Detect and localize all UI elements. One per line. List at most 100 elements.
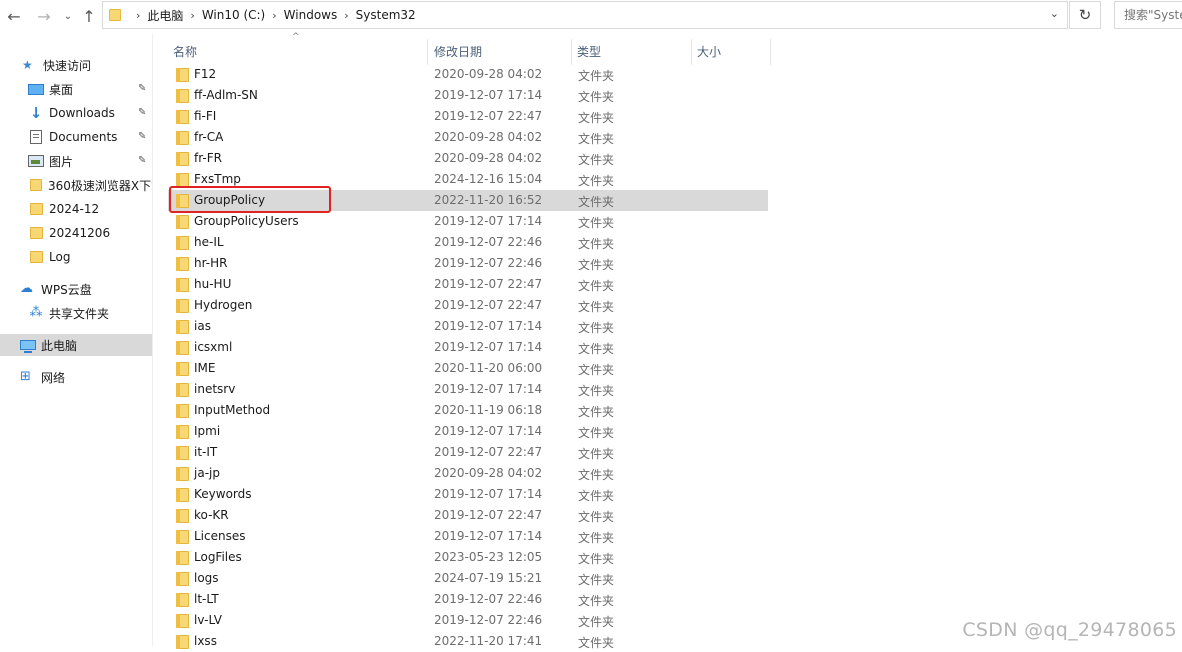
column-header-size[interactable]: 大小	[693, 39, 769, 63]
file-row[interactable]: ias 2019-12-07 17:14 文件夹	[168, 316, 768, 337]
column-divider[interactable]	[571, 39, 572, 65]
sidebar-item-wps-cloud[interactable]: ☁ WPS云盘	[0, 278, 152, 300]
folder-icon	[176, 530, 189, 544]
file-row[interactable]: lxss 2022-11-20 17:41 文件夹	[168, 631, 768, 652]
file-row[interactable]: lv-LV 2019-12-07 22:46 文件夹	[168, 610, 768, 631]
sidebar-item-log[interactable]: Log	[0, 246, 152, 268]
refresh-button[interactable]: ↻	[1069, 1, 1101, 29]
watermark: CSDN @qq_29478065	[962, 619, 1177, 641]
file-modified-date: 2019-12-07 17:14	[434, 88, 543, 102]
file-row[interactable]: logs 2024-07-19 15:21 文件夹	[168, 568, 768, 589]
sidebar-item-quick-access[interactable]: ★ 快速访问	[0, 54, 152, 76]
file-row[interactable]: Licenses 2019-12-07 17:14 文件夹	[168, 526, 768, 547]
up-button[interactable]: ↑	[79, 5, 99, 27]
file-type: 文件夹	[578, 594, 615, 608]
file-modified-date: 2019-12-07 22:46	[434, 613, 543, 627]
file-row[interactable]: he-IL 2019-12-07 22:46 文件夹	[168, 232, 768, 253]
folder-icon	[176, 509, 189, 523]
file-modified-date: 2019-12-07 22:47	[434, 277, 543, 291]
file-type: 文件夹	[578, 237, 615, 251]
file-row[interactable]: InputMethod 2020-11-19 06:18 文件夹	[168, 400, 768, 421]
pin-icon: ✎	[138, 83, 147, 94]
file-name: ff-Adlm-SN	[194, 88, 258, 102]
back-button[interactable]: ←	[4, 5, 24, 27]
folder-icon	[176, 110, 189, 124]
breadcrumb-system32[interactable]: System32	[356, 8, 416, 22]
file-row[interactable]: Keywords 2019-12-07 17:14 文件夹	[168, 484, 768, 505]
file-type: 文件夹	[578, 69, 615, 83]
file-type: 文件夹	[578, 216, 615, 230]
file-row[interactable]: GroupPolicyUsers 2019-12-07 17:14 文件夹	[168, 211, 768, 232]
file-name: LogFiles	[194, 550, 242, 564]
file-row[interactable]: fr-CA 2020-09-28 04:02 文件夹	[168, 127, 768, 148]
sidebar-item-360-download[interactable]: 360极速浏览器X下载	[0, 174, 152, 196]
file-row[interactable]: fi-FI 2019-12-07 22:47 文件夹	[168, 106, 768, 127]
column-divider[interactable]	[691, 39, 692, 65]
column-header-type[interactable]: 类型	[573, 39, 691, 63]
recent-locations-button[interactable]: ⌄	[62, 5, 74, 27]
picture-icon	[28, 155, 44, 167]
sidebar-item-label: Downloads	[49, 106, 115, 120]
file-modified-date: 2019-12-07 22:46	[434, 235, 543, 249]
folder-icon	[30, 179, 42, 191]
column-header-name[interactable]: 名称	[169, 39, 429, 63]
folder-icon	[176, 89, 189, 103]
file-type: 文件夹	[578, 300, 615, 314]
file-row[interactable]: inetsrv 2019-12-07 17:14 文件夹	[168, 379, 768, 400]
file-row[interactable]: it-IT 2019-12-07 22:47 文件夹	[168, 442, 768, 463]
sidebar-item-shared-folder[interactable]: ⁂ 共享文件夹	[0, 302, 152, 324]
file-type: 文件夹	[578, 90, 615, 104]
sidebar-item-network[interactable]: ⊞ 网络	[0, 366, 152, 388]
sidebar-item-desktop[interactable]: 桌面 ✎	[0, 78, 152, 100]
folder-icon	[176, 551, 189, 565]
forward-button[interactable]: →	[34, 5, 54, 27]
file-row[interactable]: ko-KR 2019-12-07 22:47 文件夹	[168, 505, 768, 526]
file-row[interactable]: FxsTmp 2024-12-16 15:04 文件夹	[168, 169, 768, 190]
file-row[interactable]: Hydrogen 2019-12-07 22:47 文件夹	[168, 295, 768, 316]
folder-icon	[176, 446, 189, 460]
breadcrumb-this-pc[interactable]: 此电脑	[147, 7, 183, 24]
sidebar-item-downloads[interactable]: ↓ Downloads ✎	[0, 102, 152, 124]
file-row[interactable]: IME 2020-11-20 06:00 文件夹	[168, 358, 768, 379]
file-name: Ipmi	[194, 424, 221, 438]
file-row[interactable]: icsxml 2019-12-07 17:14 文件夹	[168, 337, 768, 358]
file-type: 文件夹	[578, 111, 615, 125]
search-input[interactable]	[1124, 8, 1182, 22]
file-type: 文件夹	[578, 132, 615, 146]
chevron-down-icon[interactable]: ⌄	[1050, 7, 1059, 20]
file-row[interactable]: fr-FR 2020-09-28 04:02 文件夹	[168, 148, 768, 169]
file-name: ja-jp	[194, 466, 220, 480]
sidebar-item-documents[interactable]: Documents ✎	[0, 126, 152, 148]
breadcrumb-drive[interactable]: Win10 (C:)	[202, 8, 265, 22]
file-row[interactable]: lt-LT 2019-12-07 22:46 文件夹	[168, 589, 768, 610]
file-row[interactable]: F12 2020-09-28 04:02 文件夹	[168, 64, 768, 85]
address-bar[interactable]: › 此电脑 › Win10 (C:) › Windows › System32 …	[102, 1, 1068, 29]
sidebar-item-this-pc[interactable]: 此电脑	[0, 334, 152, 356]
folder-icon	[176, 173, 189, 187]
file-row[interactable]: ff-Adlm-SN 2019-12-07 17:14 文件夹	[168, 85, 768, 106]
file-type: 文件夹	[578, 636, 615, 650]
sidebar-item-pictures[interactable]: 图片 ✎	[0, 150, 152, 172]
desktop-icon	[28, 84, 44, 95]
folder-icon	[30, 251, 43, 263]
folder-icon	[176, 215, 189, 229]
column-header-date[interactable]: 修改日期	[430, 39, 570, 63]
file-row[interactable]: ja-jp 2020-09-28 04:02 文件夹	[168, 463, 768, 484]
sidebar-item-2024-12[interactable]: 2024-12	[0, 198, 152, 220]
file-row[interactable]: hr-HR 2019-12-07 22:46 文件夹	[168, 253, 768, 274]
file-row[interactable]: GroupPolicy 2022-11-20 16:52 文件夹	[168, 190, 768, 211]
file-type: 文件夹	[578, 615, 615, 629]
breadcrumb-windows[interactable]: Windows	[284, 8, 338, 22]
file-row[interactable]: LogFiles 2023-05-23 12:05 文件夹	[168, 547, 768, 568]
file-type: 文件夹	[578, 258, 615, 272]
sidebar-item-20241206[interactable]: 20241206	[0, 222, 152, 244]
file-row[interactable]: hu-HU 2019-12-07 22:47 文件夹	[168, 274, 768, 295]
folder-icon	[176, 68, 189, 82]
file-row[interactable]: Ipmi 2019-12-07 17:14 文件夹	[168, 421, 768, 442]
sidebar-item-label: Log	[49, 250, 71, 264]
column-divider[interactable]	[770, 39, 771, 65]
folder-icon	[176, 278, 189, 292]
folder-icon	[176, 194, 189, 208]
search-box[interactable]	[1114, 1, 1182, 29]
column-divider[interactable]	[427, 39, 428, 65]
